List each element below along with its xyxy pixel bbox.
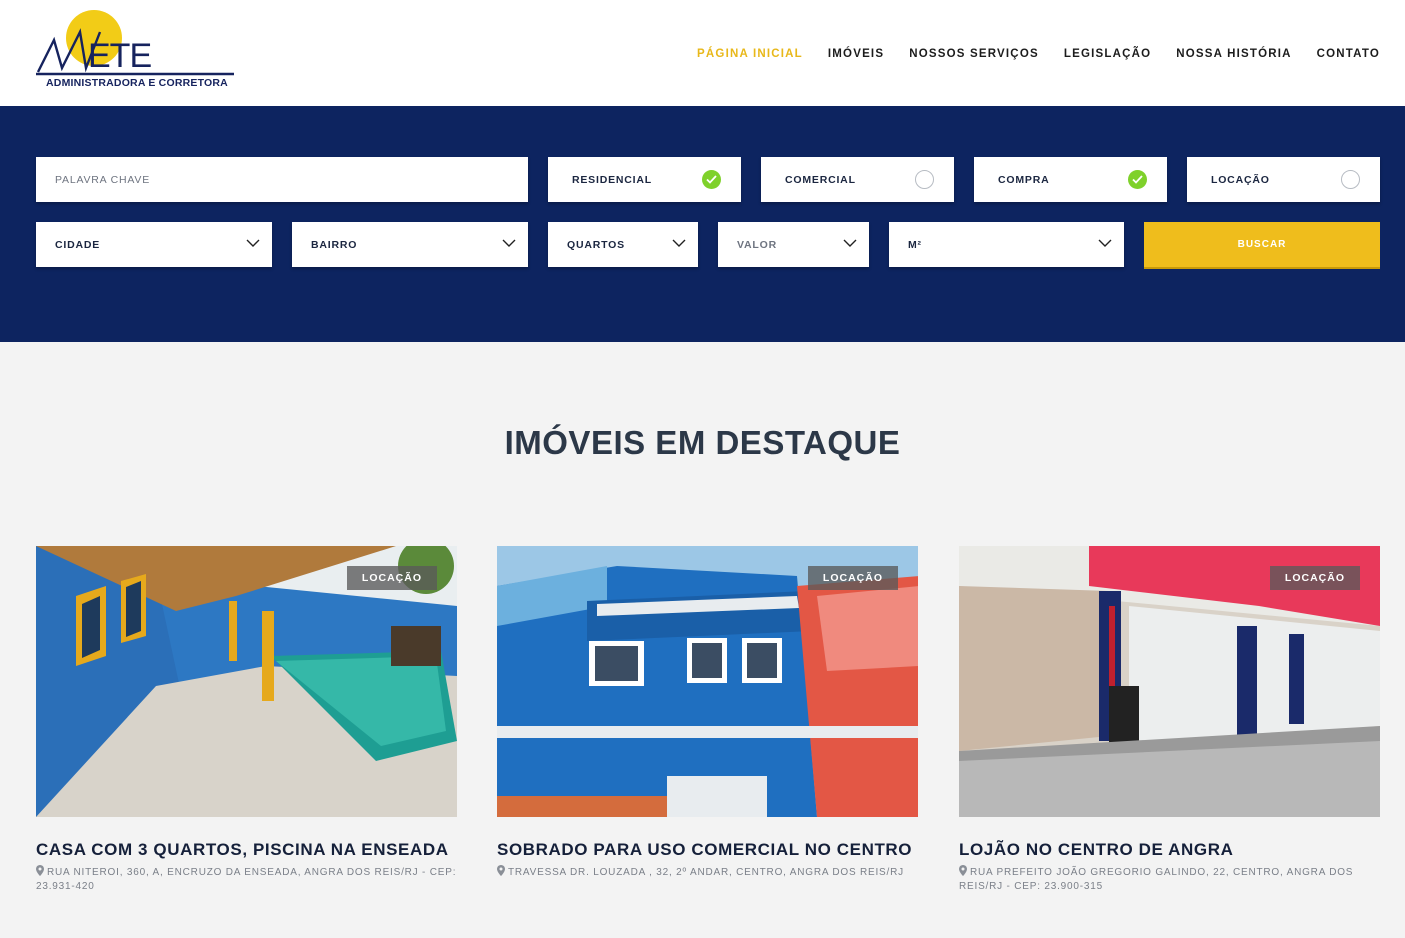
valor-select[interactable]: VALOR [718,222,869,267]
property-address: RUA NITEROI, 360, A, ENCRUZO DA ENSEADA,… [36,865,457,894]
property-title[interactable]: SOBRADO PARA USO COMERCIAL NO CENTRO [497,838,919,861]
map-pin-icon [497,865,505,876]
option-locacao[interactable]: LOCAÇÃO [1187,157,1380,202]
nav-nossos-servicos[interactable]: NOSSOS SERVIÇOS [909,48,1039,60]
address-text: TRAVESSA DR. LOUZADA , 32, 2º ANDAR, CEN… [508,867,904,878]
keyword-placeholder: PALAVRA CHAVE [55,173,151,186]
quartos-select-label: QUARTOS [567,238,625,251]
chevron-down-icon [672,239,686,247]
property-title[interactable]: CASA COM 3 QUARTOS, PISCINA NA ENSEADA [36,838,457,861]
property-card[interactable]: LOCAÇÃO CASA COM 3 QUARTOS, PISCINA NA E… [36,546,457,894]
property-card[interactable]: LOCAÇÃO LOJÃO NO CENTRO DE ANGRA RUA PRE… [959,546,1380,894]
map-pin-icon [36,865,44,876]
chevron-down-icon [502,239,516,247]
area-select[interactable]: M² [889,222,1124,267]
property-address: RUA PREFEITO JOÃO GREGORIO GALINDO, 22, … [959,865,1380,894]
radio-empty-icon[interactable] [915,170,934,189]
keyword-input[interactable]: PALAVRA CHAVE [36,157,528,202]
status-badge: LOCAÇÃO [346,566,437,590]
status-badge: LOCAÇÃO [1269,566,1360,590]
logo-tagline: ADMINISTRADORA E CORRETORA [46,77,228,89]
nav-nossa-historia[interactable]: NOSSA HISTÓRIA [1176,48,1291,60]
option-comercial[interactable]: COMERCIAL [761,157,954,202]
house-with-pool-photo[interactable]: LOCAÇÃO [36,546,457,817]
svg-text:ETE: ETE [88,37,151,75]
option-comercial-label: COMERCIAL [785,173,856,186]
option-locacao-label: LOCAÇÃO [1211,173,1270,186]
area-select-label: M² [908,238,922,251]
option-residencial-label: RESIDENCIAL [572,173,652,186]
blue-townhouse-photo[interactable]: LOCAÇÃO [497,546,918,817]
search-button[interactable]: BUSCAR [1144,222,1380,269]
quartos-select[interactable]: QUARTOS [548,222,698,267]
nav-legislacao[interactable]: LEGISLAÇÃO [1064,48,1151,60]
bairro-select-label: BAIRRO [311,238,358,251]
property-title[interactable]: LOJÃO NO CENTRO DE ANGRA [959,838,1380,861]
chevron-down-icon [843,239,857,247]
nav-imoveis[interactable]: IMÓVEIS [828,48,884,60]
address-text: RUA PREFEITO JOÃO GREGORIO GALINDO, 22, … [959,867,1354,892]
property-card[interactable]: LOCAÇÃO SOBRADO PARA USO COMERCIAL NO CE… [497,546,919,880]
radio-empty-icon[interactable] [1341,170,1360,189]
chevron-down-icon [246,239,260,247]
section-title: IMÓVEIS EM DESTAQUE [504,424,901,461]
address-text: RUA NITEROI, 360, A, ENCRUZO DA ENSEADA,… [36,867,457,892]
main-nav: PÁGINA INICIAL IMÓVEIS NOSSOS SERVIÇOS L… [697,48,1380,60]
site-header: ETE ADMINISTRADORA E CORRETORA PÁGINA IN… [0,0,1405,106]
storefront-photo[interactable]: LOCAÇÃO [959,546,1380,817]
cidade-select[interactable]: CIDADE [36,222,272,267]
check-icon[interactable] [702,170,721,189]
nav-pagina-inicial[interactable]: PÁGINA INICIAL [697,48,803,60]
option-compra-label: COMPRA [998,173,1050,186]
map-pin-icon [959,865,967,876]
status-badge: LOCAÇÃO [807,566,898,590]
check-icon[interactable] [1128,170,1147,189]
cidade-select-label: CIDADE [55,238,101,251]
chevron-down-icon [1098,239,1112,247]
option-residencial[interactable]: RESIDENCIAL [548,157,741,202]
option-compra[interactable]: COMPRA [974,157,1167,202]
valor-select-label: VALOR [737,238,777,251]
property-address: TRAVESSA DR. LOUZADA , 32, 2º ANDAR, CEN… [497,865,919,880]
logo-mark-icon: ETE [36,10,234,76]
bairro-select[interactable]: BAIRRO [292,222,528,267]
company-logo[interactable]: ETE ADMINISTRADORA E CORRETORA [34,10,239,92]
nav-contato[interactable]: CONTATO [1317,48,1380,60]
